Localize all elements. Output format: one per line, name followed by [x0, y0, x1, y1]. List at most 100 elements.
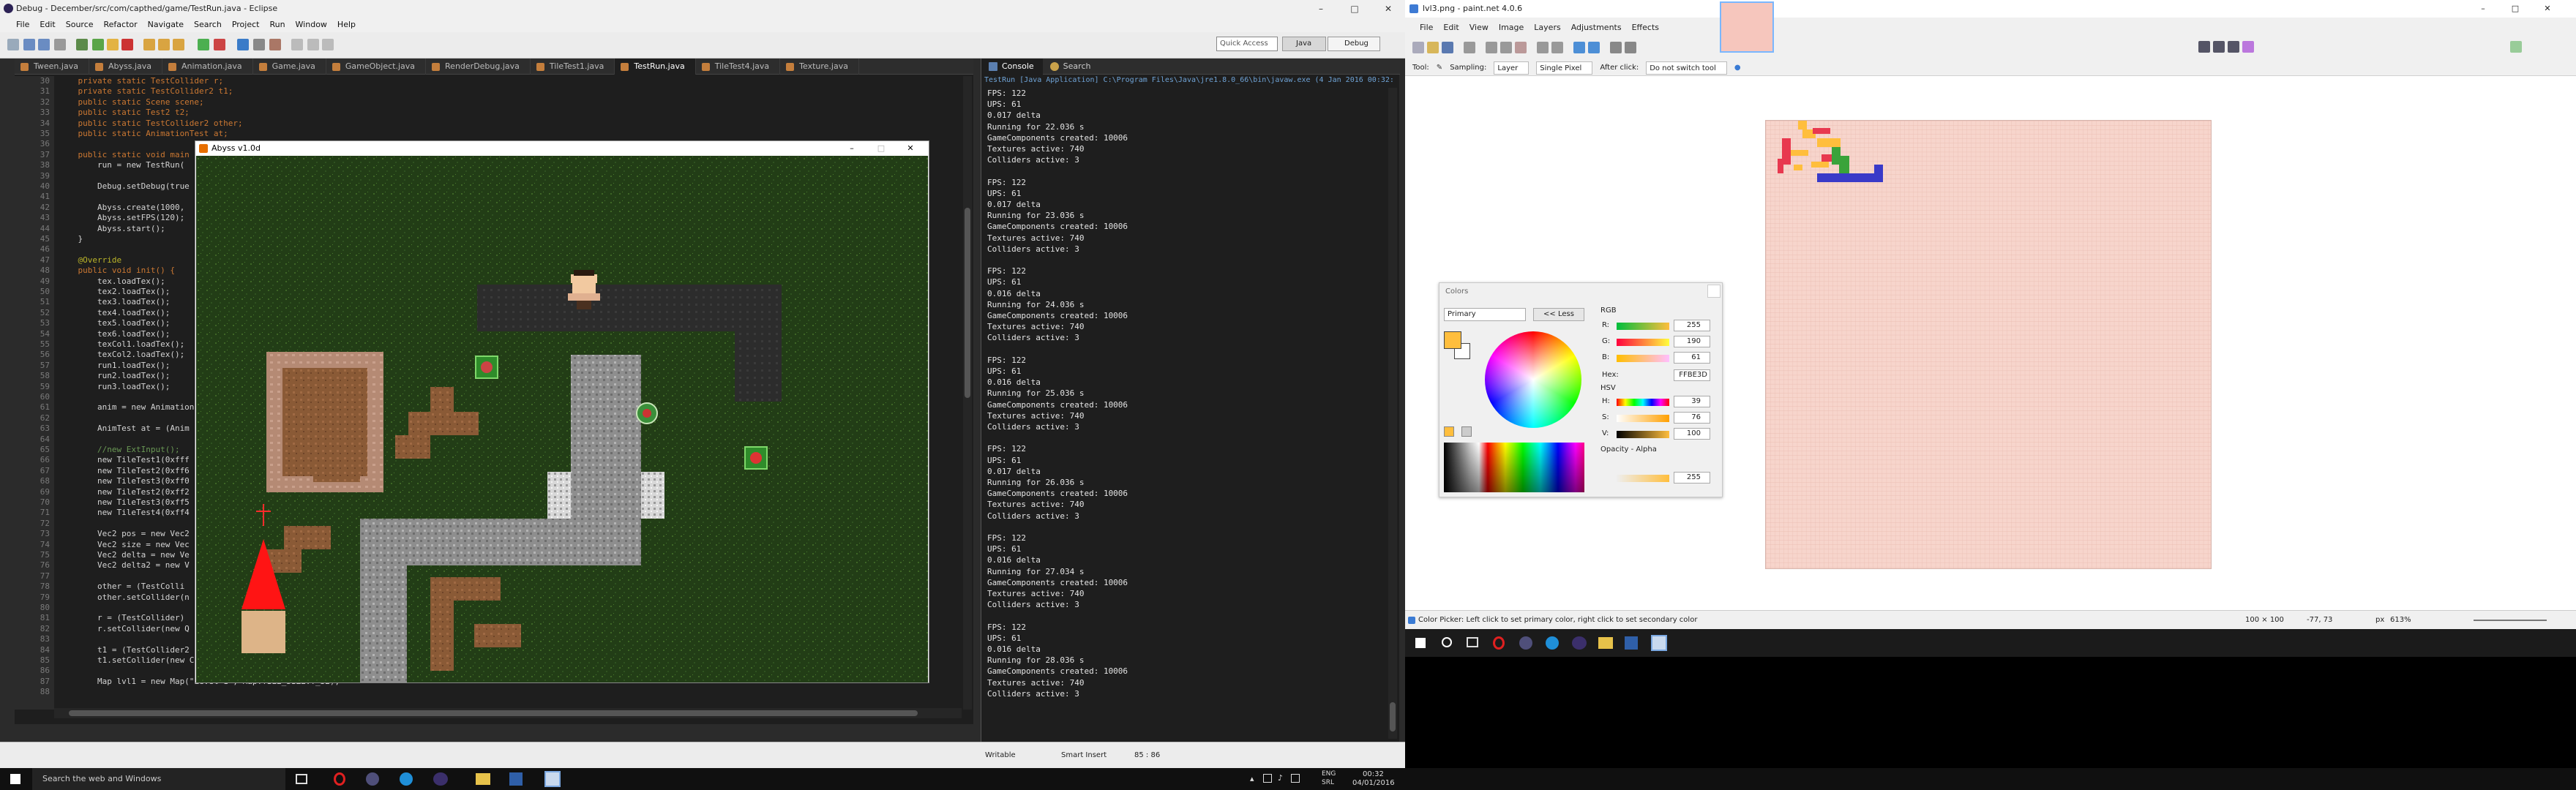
- open-type-icon[interactable]: [253, 39, 265, 50]
- menu-file[interactable]: File: [1420, 20, 1433, 35]
- green-value[interactable]: 190: [1674, 336, 1710, 347]
- copy-icon[interactable]: [1500, 42, 1512, 53]
- save-icon[interactable]: [23, 39, 35, 50]
- new-java-class-icon[interactable]: [237, 39, 249, 50]
- eclipse-taskbar-icon[interactable]: [433, 772, 448, 786]
- step-return-icon[interactable]: [173, 39, 184, 50]
- open-icon[interactable]: [1427, 42, 1439, 53]
- less-button[interactable]: << Less: [1533, 308, 1584, 321]
- opacity-slider[interactable]: [1617, 475, 1669, 482]
- action-center-icon[interactable]: [1291, 774, 1300, 783]
- back-icon[interactable]: [307, 39, 319, 50]
- color-picker-tool-icon[interactable]: ✎: [1437, 60, 1442, 75]
- grid-icon[interactable]: [1610, 42, 1622, 53]
- colors-window-icon[interactable]: [2242, 41, 2254, 53]
- console-output[interactable]: FPS: 122 UPS: 61 0.017 delta Running for 22…: [987, 88, 1390, 731]
- colors-close-button[interactable]: [1707, 285, 1721, 298]
- input-region[interactable]: SRL: [1322, 779, 1334, 786]
- close-button[interactable]: ✕: [899, 141, 921, 156]
- tab-abyss[interactable]: Abyss.java: [89, 59, 162, 75]
- external-tools-icon[interactable]: [214, 39, 225, 50]
- menu-image[interactable]: Image: [1499, 20, 1524, 35]
- tab-console[interactable]: Console: [981, 59, 1043, 75]
- menu-layers[interactable]: Layers: [1534, 20, 1560, 35]
- debug-icon[interactable]: [76, 39, 88, 50]
- tab-gameobject[interactable]: GameObject.java: [326, 59, 427, 75]
- task-view-icon[interactable]: [296, 774, 307, 784]
- menu-edit[interactable]: Edit: [40, 18, 55, 32]
- hue-slider[interactable]: [1617, 399, 1669, 406]
- recent-colors-icon[interactable]: [1444, 426, 1454, 437]
- menu-navigate[interactable]: Navigate: [148, 18, 184, 32]
- paintnet-taskbar-icon[interactable]: [544, 771, 561, 787]
- start-icon[interactable]: [10, 774, 20, 784]
- taskbar-search-box[interactable]: Search the web and Windows: [32, 768, 285, 790]
- menu-edit[interactable]: Edit: [1443, 20, 1459, 35]
- cut-icon[interactable]: [1486, 42, 1497, 53]
- eclipse-taskbar-icon[interactable]: [1572, 636, 1587, 650]
- menu-refactor[interactable]: Refactor: [104, 18, 138, 32]
- folder-icon[interactable]: [476, 773, 490, 785]
- print-icon[interactable]: [54, 39, 66, 50]
- crop-icon[interactable]: [1537, 42, 1549, 53]
- search-icon[interactable]: [269, 39, 281, 50]
- tab-texture[interactable]: Texture.java: [780, 59, 859, 75]
- redo-icon[interactable]: [1588, 42, 1600, 53]
- debug-perspective-button[interactable]: Debug: [1328, 37, 1380, 51]
- opacity-value[interactable]: 255: [1674, 472, 1710, 484]
- close-button[interactable]: ✕: [1371, 0, 1405, 18]
- saturation-slider[interactable]: [1617, 415, 1669, 422]
- settings-icon[interactable]: [1625, 42, 1636, 53]
- suspend-icon[interactable]: [107, 39, 119, 50]
- new-icon[interactable]: [7, 39, 19, 50]
- editor-vertical-scrollbar[interactable]: [963, 76, 972, 710]
- resume-icon[interactable]: [92, 39, 104, 50]
- tab-tiletest1[interactable]: TileTest1.java: [531, 59, 615, 75]
- menu-run[interactable]: Run: [269, 18, 285, 32]
- tray-arrow-icon[interactable]: ▴: [1250, 774, 1254, 783]
- image-canvas[interactable]: [1765, 120, 2212, 569]
- opera-icon[interactable]: [1493, 636, 1505, 650]
- menu-window[interactable]: Window: [296, 18, 327, 32]
- search-icon[interactable]: [1442, 637, 1452, 647]
- new-image-icon[interactable]: [1412, 42, 1424, 53]
- green-slider[interactable]: [1617, 339, 1669, 346]
- tab-testrun[interactable]: TestRun.java: [615, 59, 696, 75]
- game-window[interactable]: Abyss v1.0d – □ ✕: [195, 140, 929, 683]
- zoom-slider[interactable]: [2474, 620, 2547, 621]
- next-annotation-icon[interactable]: [291, 39, 303, 50]
- app-icon[interactable]: [366, 772, 379, 786]
- run-icon[interactable]: [198, 39, 209, 50]
- java-perspective-button[interactable]: Java: [1282, 37, 1326, 51]
- terminate-icon[interactable]: [121, 39, 133, 50]
- step-into-icon[interactable]: [143, 39, 155, 50]
- image-thumbnail[interactable]: [1720, 1, 1774, 53]
- undo-icon[interactable]: [1573, 42, 1585, 53]
- tools-window-icon[interactable]: [2198, 41, 2210, 53]
- quick-access-input[interactable]: Quick Access: [1216, 37, 1278, 51]
- menu-adjustments[interactable]: Adjustments: [1571, 20, 1622, 35]
- network-icon[interactable]: [1263, 774, 1272, 783]
- console-view[interactable]: Console Search TestRun [Java Application…: [981, 59, 1400, 742]
- history-window-icon[interactable]: [2213, 41, 2225, 53]
- save-all-icon[interactable]: [38, 39, 50, 50]
- blend-mode-icon[interactable]: ●: [1734, 60, 1741, 75]
- volume-icon[interactable]: ♪: [1278, 773, 1283, 783]
- minimize-button[interactable]: –: [841, 141, 863, 156]
- clock-time[interactable]: 00:32: [1363, 770, 1384, 778]
- maximize-button[interactable]: □: [1338, 0, 1371, 18]
- layers-window-icon[interactable]: [2228, 41, 2239, 53]
- hex-value[interactable]: FFBE3D: [1674, 369, 1710, 381]
- saturation-value[interactable]: 76: [1674, 412, 1710, 424]
- app-icon[interactable]: [1519, 636, 1532, 650]
- colors-panel[interactable]: Colors Primary << Less RGB R: 255 G: 190…: [1439, 282, 1723, 497]
- print-icon[interactable]: [1464, 42, 1475, 53]
- tab-game[interactable]: Game.java: [253, 59, 326, 75]
- menu-help[interactable]: Help: [337, 18, 356, 32]
- app-icon[interactable]: [400, 772, 413, 786]
- game-canvas[interactable]: [196, 156, 928, 682]
- minimize-button[interactable]: –: [1304, 0, 1338, 18]
- opera-icon[interactable]: [334, 772, 345, 786]
- maximize-button[interactable]: □: [870, 141, 892, 156]
- palette-menu-icon[interactable]: [1461, 426, 1472, 437]
